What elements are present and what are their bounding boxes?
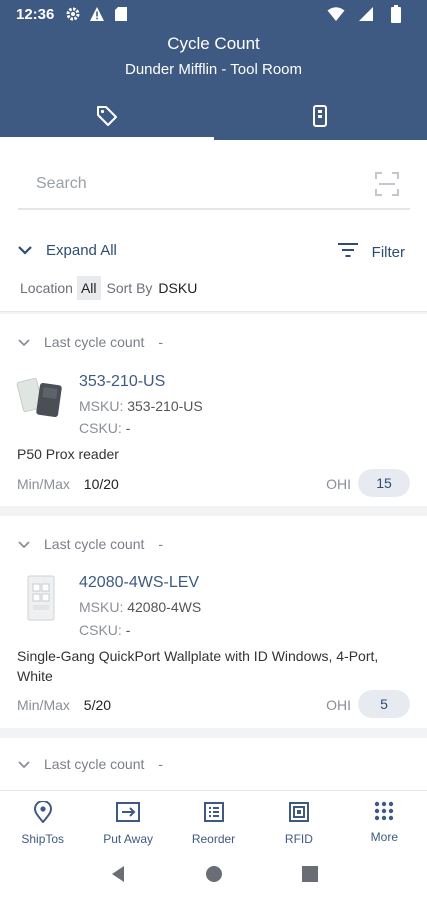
last-cycle-count-label: Last cycle count: [44, 536, 145, 552]
minmax-value: 5/20: [83, 697, 112, 713]
csku-value: -: [125, 622, 131, 638]
home-icon[interactable]: [205, 865, 223, 888]
nav-shiptos-label: ShipTos: [21, 832, 65, 846]
last-cycle-count-value: -: [158, 536, 164, 552]
expand-all-button[interactable]: Expand All: [18, 242, 117, 259]
list-controls: Expand All Filter Location All Sort By D…: [0, 224, 427, 312]
msku-label: MSKU:: [79, 398, 124, 414]
sd-card-icon: [112, 5, 130, 23]
settings-icon: [64, 5, 82, 23]
msku-row: MSKU: 353-210-US: [79, 398, 203, 414]
app-header: 12:36 Cycle Count Dunder Mifflin - Tool …: [0, 0, 427, 140]
chevron-down-icon: [18, 756, 30, 772]
last-cycle-count-row[interactable]: Last cycle count -: [18, 756, 163, 772]
nav-shiptos[interactable]: ShipTos: [0, 791, 85, 852]
minmax-label: Min/Max: [17, 697, 70, 713]
minmax-label: Min/Max: [17, 476, 70, 492]
sku-link[interactable]: 353-210-US: [79, 373, 165, 391]
csku-value: -: [125, 420, 131, 436]
nav-more-label: More: [370, 830, 398, 844]
csku-row: CSKU: -: [79, 622, 130, 638]
put-away-icon: [115, 801, 141, 826]
csku-row: CSKU: -: [79, 420, 130, 436]
item-description: P50 Prox reader: [17, 446, 119, 462]
search-section: [0, 140, 427, 224]
ohi-label: OHI: [326, 476, 351, 492]
barcode-scan-icon[interactable]: [374, 171, 400, 197]
tab-items[interactable]: [0, 96, 214, 140]
last-cycle-count-row[interactable]: Last cycle count -: [18, 536, 163, 552]
ohi-label: OHI: [326, 697, 351, 713]
tag-icon: [95, 104, 119, 133]
page-subtitle: Dunder Mifflin - Tool Room: [124, 61, 303, 78]
filter-label: Filter: [371, 243, 405, 261]
bottom-navigation: ShipTos Put Away Reorder RFID More: [0, 790, 427, 852]
nav-more[interactable]: More: [342, 791, 427, 852]
minmax-row: Min/Max 10/20: [17, 476, 119, 492]
list-item[interactable]: Last cycle count - 42080-4WS-LEV MSKU: 4…: [0, 516, 427, 728]
wifi-icon: [327, 5, 345, 23]
location-chip[interactable]: All: [76, 276, 101, 300]
back-icon[interactable]: [110, 865, 126, 888]
product-image: [16, 574, 66, 622]
location-label: Location: [20, 280, 73, 296]
ohi-count-badge[interactable]: 5: [358, 690, 410, 718]
csku-label: CSKU:: [79, 622, 122, 638]
last-cycle-count-label: Last cycle count: [44, 756, 145, 772]
status-time: 12:36: [16, 5, 55, 23]
filter-icon: [337, 242, 358, 262]
msku-value: 353-210-US: [127, 398, 203, 414]
last-cycle-count-value: -: [158, 756, 164, 772]
nav-reorder[interactable]: Reorder: [171, 791, 256, 852]
page-title: Cycle Count: [167, 34, 260, 53]
filter-button[interactable]: Filter: [337, 242, 405, 262]
tab-bar: [0, 96, 427, 140]
nav-put-away[interactable]: Put Away: [85, 791, 170, 852]
search-bar: [18, 160, 410, 210]
signal-icon: [357, 5, 375, 23]
warning-icon: [88, 5, 106, 23]
reorder-list-icon: [203, 801, 225, 826]
minmax-value: 10/20: [83, 476, 119, 492]
nav-rfid[interactable]: RFID: [256, 791, 341, 852]
msku-row: MSKU: 42080-4WS: [79, 599, 201, 615]
nav-rfid-label: RFID: [284, 832, 313, 846]
msku-label: MSKU:: [79, 599, 124, 615]
chevron-down-icon: [18, 536, 30, 552]
sort-row: Location All Sort By DSKU: [20, 276, 197, 300]
item-description: Single-Gang QuickPort Wallplate with ID …: [17, 648, 379, 684]
nav-put-away-label: Put Away: [103, 832, 154, 846]
tab-devices[interactable]: [214, 96, 427, 140]
search-input[interactable]: [18, 175, 374, 193]
chevron-down-icon: [18, 334, 30, 350]
ohi-count-badge[interactable]: 15: [358, 469, 410, 497]
product-image: [16, 374, 66, 422]
list-item[interactable]: Last cycle count -: [0, 738, 427, 790]
system-navigation-bar: [0, 852, 427, 900]
msku-value: 42080-4WS: [127, 599, 202, 615]
battery-icon: [387, 5, 405, 23]
sku-link[interactable]: 42080-4WS-LEV: [79, 574, 199, 592]
chevron-down-icon: [18, 242, 32, 259]
status-bar: 12:36: [0, 0, 427, 28]
nav-reorder-label: Reorder: [191, 832, 236, 846]
minmax-row: Min/Max 5/20: [17, 697, 111, 713]
sort-by-label: Sort By: [106, 280, 153, 296]
location-pin-icon: [33, 800, 53, 826]
device-icon: [308, 104, 332, 133]
csku-label: CSKU:: [79, 420, 122, 436]
sort-value[interactable]: DSKU: [158, 280, 197, 296]
grid-icon: [374, 801, 394, 824]
expand-all-label: Expand All: [46, 242, 117, 259]
list-item[interactable]: Last cycle count - 353-210-US MSKU: 353-…: [0, 314, 427, 506]
recents-icon[interactable]: [301, 865, 318, 887]
last-cycle-count-label: Last cycle count: [44, 334, 145, 350]
last-cycle-count-value: -: [158, 334, 164, 350]
rfid-icon: [288, 801, 310, 826]
last-cycle-count-row[interactable]: Last cycle count -: [18, 334, 163, 350]
